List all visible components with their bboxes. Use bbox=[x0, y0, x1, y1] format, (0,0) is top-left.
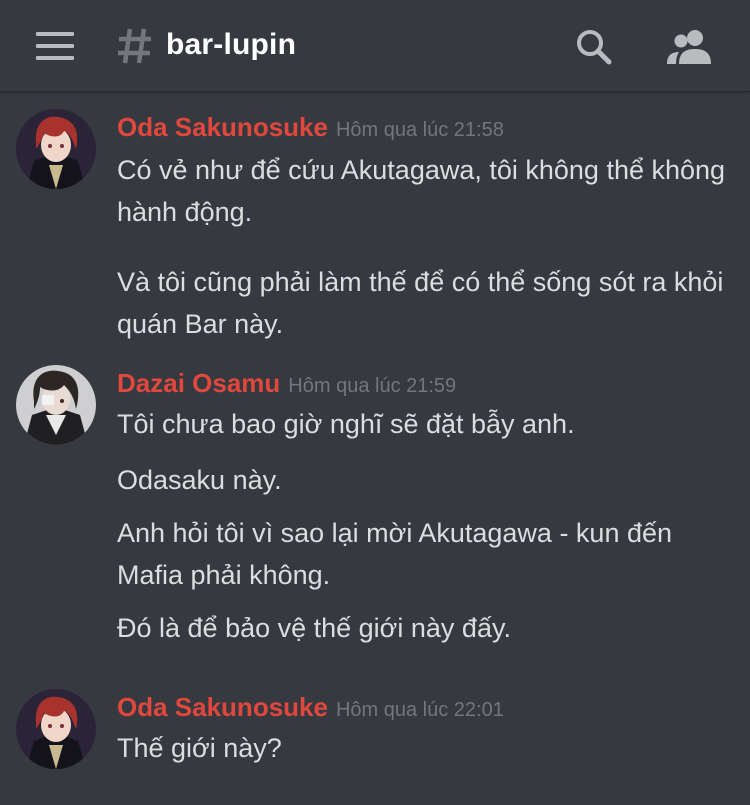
avatar-image bbox=[16, 109, 96, 189]
message-text: Và tôi cũng phải làm thế để có thể sống … bbox=[117, 267, 724, 339]
avatar[interactable] bbox=[16, 109, 96, 189]
timestamp: Hôm qua lúc 22:01 bbox=[335, 699, 504, 721]
message-list[interactable]: Oda Sakunosuke Hôm qua lúc 21:58 Có vẻ nh… bbox=[0, 93, 750, 805]
avatar[interactable] bbox=[16, 689, 96, 769]
timestamp: Hôm qua lúc 21:59 bbox=[288, 375, 457, 397]
menu-icon-bar bbox=[36, 32, 74, 36]
message-text: Anh hỏi tôi vì sao lại mời Akutagawa - k… bbox=[117, 518, 673, 590]
message-text: Thế giới này? bbox=[117, 733, 282, 763]
menu-button[interactable] bbox=[36, 32, 76, 60]
message-header: Oda Sakunosuke Hôm qua lúc 22:01 bbox=[117, 692, 504, 723]
message-text: Đó là để bảo vệ thế giới này đấy. bbox=[117, 613, 511, 643]
avatar-image bbox=[16, 689, 96, 769]
hash-icon bbox=[118, 28, 151, 64]
avatar-image bbox=[16, 365, 96, 445]
username[interactable]: Oda Sakunosuke bbox=[117, 692, 328, 722]
search-icon[interactable] bbox=[574, 28, 614, 68]
timestamp: Hôm qua lúc 21:58 bbox=[335, 119, 504, 141]
avatar[interactable] bbox=[16, 365, 96, 445]
menu-icon-bar bbox=[36, 44, 74, 48]
members-icon[interactable] bbox=[664, 28, 714, 68]
username[interactable]: Dazai Osamu bbox=[117, 368, 280, 398]
message-header: Oda Sakunosuke Hôm qua lúc 21:58 bbox=[117, 112, 504, 143]
username[interactable]: Oda Sakunosuke bbox=[117, 112, 328, 142]
message-text: Tôi chưa bao giờ nghĩ sẽ đặt bẫy anh. bbox=[117, 409, 575, 439]
message-header: Dazai Osamu Hôm qua lúc 21:59 bbox=[117, 368, 456, 399]
channel-header: bar-lupin bbox=[0, 0, 750, 92]
menu-icon-bar bbox=[36, 56, 74, 60]
message-text: Odasaku này. bbox=[117, 465, 282, 495]
message-text: Có vẻ như để cứu Akutagawa, tôi không th… bbox=[117, 155, 726, 227]
channel-name: bar-lupin bbox=[166, 28, 297, 61]
